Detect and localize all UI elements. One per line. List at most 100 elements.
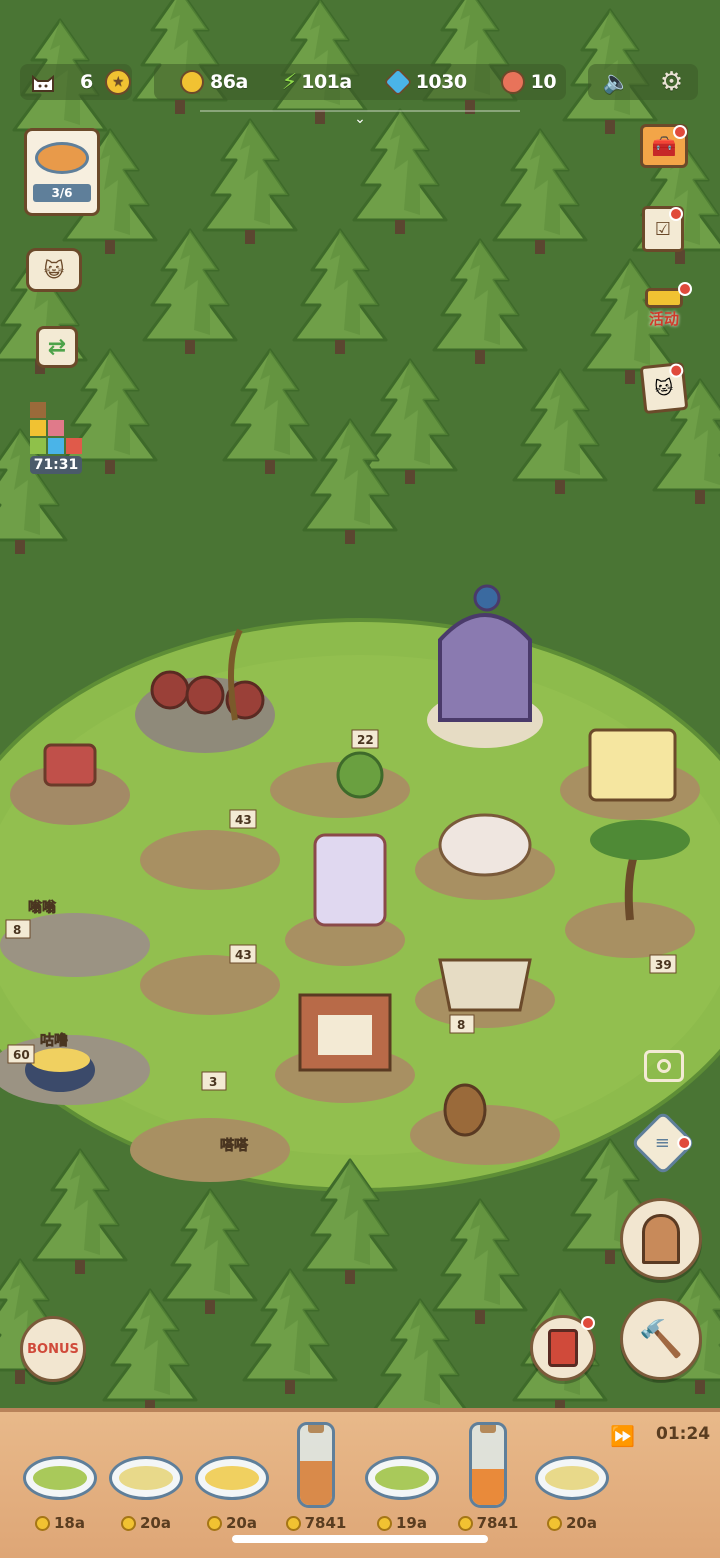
station-sign-8-b: 8 <box>457 1018 465 1032</box>
checklist-icon: ☑ <box>654 218 672 240</box>
notification-dot <box>668 362 684 379</box>
tray-slot-7[interactable]: 20a <box>532 1432 612 1552</box>
shop-button[interactable]: 🧰 <box>640 124 688 168</box>
recipe-progress-bar: 3/6 <box>33 184 91 202</box>
coin-icon <box>180 70 204 94</box>
expand-chevron-icon[interactable]: ⌄ <box>200 110 520 132</box>
gems-value: 1030 <box>415 71 467 93</box>
tray-slot-6[interactable]: 7841 <box>448 1422 528 1552</box>
tray-timer: 01:24 <box>656 1424 711 1444</box>
bottle-liquid <box>300 1461 332 1505</box>
dish-food <box>375 1466 429 1490</box>
tray-slot-1[interactable]: 18a <box>20 1432 100 1552</box>
station-sign-60: 60 <box>13 1048 30 1062</box>
lightning-icon: ⚡ <box>281 69 298 95</box>
tickets-resource[interactable]: 10 <box>500 70 557 94</box>
tray-slot-5[interactable]: 19a <box>362 1432 442 1552</box>
door-icon <box>642 1214 680 1264</box>
event-button[interactable]: 活动 <box>638 282 692 332</box>
cat-icon <box>30 71 56 93</box>
gift-box-icon: 🧰 <box>651 134 677 158</box>
slot-price: 20a <box>207 1514 257 1532</box>
dish-icon <box>23 1456 97 1500</box>
coin-icon <box>285 1515 301 1531</box>
notification-dot <box>669 207 683 221</box>
game-scene: 22 43 43 8 8 39 60 3 嗡嗡 咕噜 嗒嗒 <box>0 0 720 1558</box>
dish-icon <box>109 1456 183 1500</box>
puzzle-timer-text: 71:31 <box>29 456 83 474</box>
dish-icon <box>535 1456 609 1500</box>
station-sign-43-a: 43 <box>235 813 252 827</box>
notification-dot <box>581 1316 595 1330</box>
coin-icon <box>547 1515 562 1531</box>
dish-icon <box>365 1456 439 1500</box>
soup-bowl-icon <box>35 142 89 174</box>
puzzle-timer-button[interactable]: 71:31 <box>28 402 84 474</box>
slot-price: 20a <box>121 1514 171 1532</box>
bonus-button[interactable]: BONUS <box>20 1316 86 1382</box>
chef-hat-bonus-icon: BONUS <box>27 1341 79 1357</box>
ticket-icon <box>500 70 525 94</box>
recipe-book-icon <box>548 1329 578 1367</box>
coins-resource[interactable]: 86a <box>180 70 248 94</box>
station-sign-43-b: 43 <box>235 948 252 962</box>
cat-face-icon: 😺 <box>43 258 65 282</box>
home-indicator[interactable] <box>232 1535 488 1543</box>
gems-resource[interactable]: 1030 <box>383 67 467 97</box>
recipe-progress-text: 3/6 <box>51 186 73 200</box>
slot-price: 20a <box>547 1514 597 1532</box>
swap-button[interactable]: ⇄ <box>36 326 78 368</box>
settings-panel: 🔈 ⚙ <box>588 64 698 100</box>
coin-icon <box>377 1515 392 1531</box>
recipe-progress-card[interactable]: 3/6 <box>24 128 100 216</box>
bottle-liquid <box>472 1469 504 1505</box>
hammer-build-button[interactable]: 🔨 <box>620 1298 702 1380</box>
door-build-button[interactable] <box>620 1198 702 1280</box>
gem-icon <box>383 67 413 97</box>
camera-icon <box>657 1059 671 1073</box>
cat-card-icon: 🐱 <box>653 376 675 400</box>
station-sign-8-a: 8 <box>13 923 21 937</box>
bottle-icon <box>297 1422 335 1508</box>
cat-count: 6 <box>80 71 94 93</box>
cat-album-button[interactable]: 🐱 <box>639 361 689 415</box>
resource-bar: 86a ⚡ 101a 1030 10 <box>154 64 566 100</box>
coins-value: 86a <box>210 71 248 93</box>
tray-slot-3[interactable]: 20a <box>192 1432 272 1552</box>
event-label: 活动 <box>648 309 679 328</box>
coin-icon <box>207 1515 222 1531</box>
dish-icon <box>195 1456 269 1500</box>
dish-food <box>33 1466 87 1490</box>
recipe-book-button[interactable] <box>530 1315 596 1381</box>
fast-forward-icon[interactable]: ⏩ <box>610 1424 635 1448</box>
list-icon: ≡ <box>655 1132 671 1154</box>
coin-icon <box>121 1515 136 1531</box>
cat-count-panel[interactable]: 6 ★ <box>20 64 132 100</box>
slot-price: 7841 <box>285 1514 346 1532</box>
cat-sound-bubble-2: 咕噜 <box>40 1032 68 1049</box>
energy-value: 101a <box>301 71 352 93</box>
hammer-icon: 🔨 <box>638 1319 684 1360</box>
gear-icon[interactable]: ⚙ <box>660 67 683 97</box>
notification-dot <box>678 282 692 296</box>
station-sign-39: 39 <box>655 958 672 972</box>
coin-icon <box>457 1515 473 1531</box>
energy-resource[interactable]: ⚡ 101a <box>282 70 352 95</box>
cat-chat-button[interactable]: 😺 <box>26 248 82 292</box>
camera-button[interactable] <box>644 1050 684 1082</box>
slot-price: 18a <box>35 1514 85 1532</box>
bottle-icon <box>469 1422 507 1508</box>
dish-food <box>205 1466 259 1490</box>
quest-list-button[interactable]: ☑ <box>642 206 684 252</box>
cat-sound-bubble-1: 嗡嗡 <box>28 899 57 916</box>
cat-sound-bubble-3: 嗒嗒 <box>220 1137 249 1154</box>
star-icon[interactable]: ★ <box>105 69 132 95</box>
slot-price: 7841 <box>457 1514 518 1532</box>
notification-dot <box>673 125 687 139</box>
tray-slot-2[interactable]: 20a <box>106 1432 186 1552</box>
dish-food <box>119 1466 173 1490</box>
tray-slot-4[interactable]: 7841 <box>276 1422 356 1552</box>
tickets-value: 10 <box>530 71 557 93</box>
speaker-icon[interactable]: 🔈 <box>603 70 630 95</box>
station-sign-22: 22 <box>357 733 374 747</box>
